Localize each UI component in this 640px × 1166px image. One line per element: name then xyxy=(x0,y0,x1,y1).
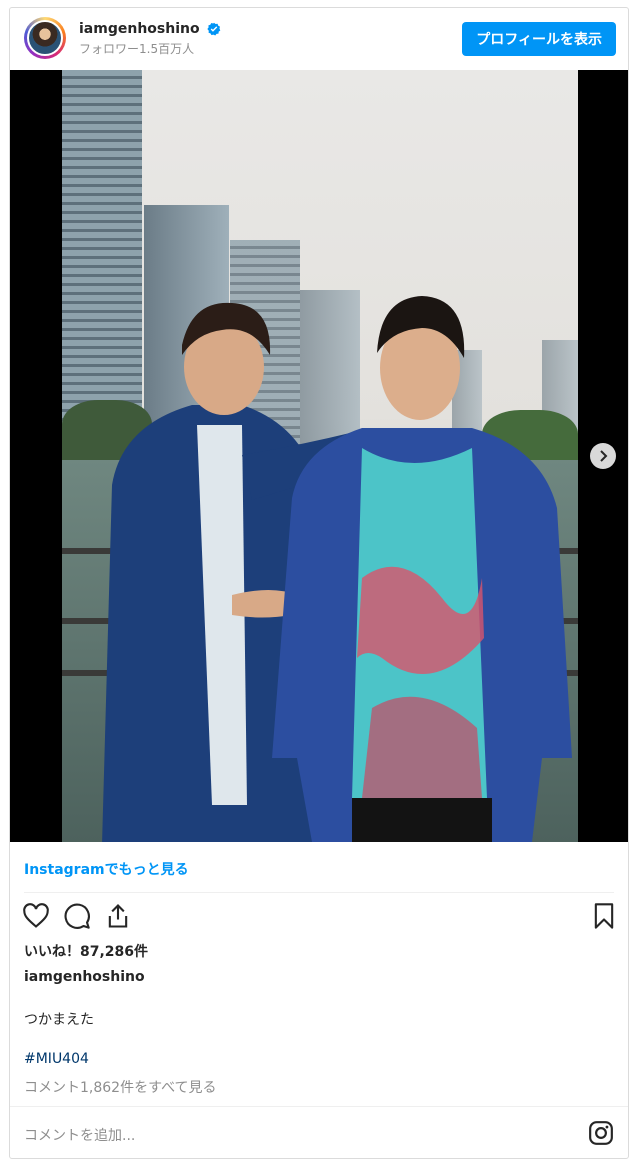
view-all-comments-link[interactable]: コメント1,862件をすべて見る xyxy=(24,1077,217,1097)
chevron-right-icon xyxy=(600,450,608,462)
caption-text: つかまえた xyxy=(24,1012,94,1028)
instagram-embed-card: iamgenhoshino フォロワー1.5百万人 プロフィールを表示 Inst… xyxy=(9,7,629,1159)
post-header: iamgenhoshino フォロワー1.5百万人 プロフィールを表示 xyxy=(10,8,628,69)
post-photo xyxy=(62,70,578,842)
add-comment-field[interactable]: コメントを追加... xyxy=(24,1125,135,1145)
verified-badge-icon xyxy=(207,22,221,36)
divider xyxy=(10,1106,628,1107)
action-bar xyxy=(10,898,628,938)
like-count[interactable]: いいね！87,286件 xyxy=(24,941,148,961)
divider xyxy=(24,892,614,893)
bookmark-icon[interactable] xyxy=(590,902,618,930)
comment-bubble-icon[interactable] xyxy=(63,902,91,930)
avatar[interactable] xyxy=(24,17,66,59)
post-photo-carousel[interactable] xyxy=(10,70,628,842)
person-right xyxy=(272,296,572,842)
username-link[interactable]: iamgenhoshino xyxy=(79,21,200,37)
instagram-logo-icon[interactable] xyxy=(588,1120,614,1146)
avatar-image xyxy=(27,20,63,56)
caption-username[interactable]: iamgenhoshino xyxy=(24,969,145,985)
view-profile-button[interactable]: プロフィールを表示 xyxy=(462,22,616,56)
follower-count: フォロワー1.5百万人 xyxy=(79,42,195,56)
heart-icon[interactable] xyxy=(22,902,50,930)
hashtag-link[interactable]: #MIU404 xyxy=(24,1051,89,1067)
next-slide-button[interactable] xyxy=(590,443,616,469)
view-more-on-instagram-link[interactable]: Instagramでもっと見る xyxy=(24,859,189,879)
share-icon[interactable] xyxy=(104,902,132,930)
